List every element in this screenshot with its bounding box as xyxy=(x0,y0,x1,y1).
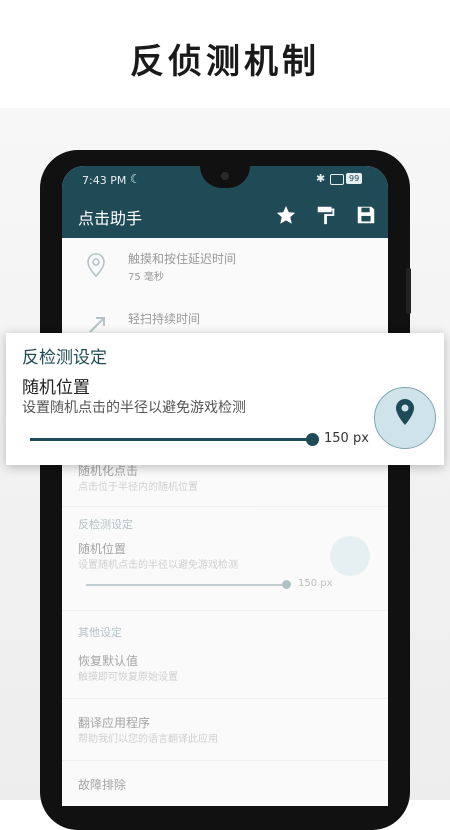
divider xyxy=(62,506,388,507)
radius-preview xyxy=(330,536,370,576)
card-section-header: 反检测设定 xyxy=(22,348,107,368)
slider-thumb[interactable] xyxy=(306,433,319,446)
list-item-subtitle: 触摸即可恢复原始设置 xyxy=(78,672,178,683)
section-header: 其他设定 xyxy=(78,626,122,639)
list-item[interactable]: 恢复默认值 触摸即可恢复原始设置 xyxy=(62,648,388,692)
list-item-subtitle: 点击位于半径内的随机位置 xyxy=(78,482,198,493)
list-item[interactable]: 触摸和按住延迟时间 75 毫秒 xyxy=(62,238,388,294)
moon-icon: ☾ xyxy=(130,172,141,186)
section-header: 反检测设定 xyxy=(78,518,133,531)
list-item-title: 故障排除 xyxy=(78,778,127,792)
camera-notch xyxy=(200,166,250,188)
list-item-title: 触摸和按住延迟时间 xyxy=(128,252,237,266)
divider xyxy=(62,698,388,699)
slider-track[interactable] xyxy=(86,584,286,586)
settings-list: 触摸和按住延迟时间 75 毫秒 轻扫持续时间 随机化点击 点击位于半径内的随机位… xyxy=(62,238,388,806)
slider-value: 150 px xyxy=(324,431,369,446)
list-item-title: 轻扫持续时间 xyxy=(128,312,201,326)
radius-preview xyxy=(374,387,436,449)
list-item[interactable]: 随机位置 设置随机点击的半径以避免游戏检测 150 px xyxy=(62,536,388,604)
slider-thumb[interactable] xyxy=(282,580,291,589)
battery-icon: 99 xyxy=(346,173,363,184)
list-item-title: 随机位置 xyxy=(78,542,127,556)
divider xyxy=(62,760,388,761)
status-bar: 7:43 PM ☾ ✱ 99 xyxy=(62,166,388,194)
anti-detect-card: 反检测设定 随机位置 设置随机点击的半径以避免游戏检测 150 px xyxy=(6,333,444,465)
star-icon[interactable] xyxy=(275,204,297,226)
page-headline: 反侦测机制 xyxy=(130,42,320,82)
phone-screen: 7:43 PM ☾ ✱ 99 点击助手 触摸和按住延迟时间 75 毫秒 轻扫持续… xyxy=(62,166,388,806)
list-item[interactable]: 翻译应用程序 帮助我们以您的语言翻译此应用 xyxy=(62,710,388,754)
list-item[interactable]: 故障排除 xyxy=(62,772,388,806)
list-item-subtitle: 帮助我们以您的语言翻译此应用 xyxy=(78,734,218,745)
status-time: 7:43 PM xyxy=(82,174,127,187)
card-subtitle: 设置随机点击的半径以避免游戏检测 xyxy=(22,400,246,416)
screen-icon xyxy=(330,174,344,185)
paint-roller-icon[interactable] xyxy=(315,204,337,226)
app-title: 点击助手 xyxy=(78,209,143,228)
slider-track[interactable] xyxy=(30,438,312,441)
list-item-title: 恢复默认值 xyxy=(78,654,139,668)
list-item-subtitle: 设置随机点击的半径以避免游戏检测 xyxy=(78,560,238,571)
save-icon[interactable] xyxy=(355,204,377,226)
location-pin-icon xyxy=(87,253,105,278)
bluetooth-icon: ✱ xyxy=(316,172,326,185)
app-bar: 点击助手 xyxy=(62,194,388,238)
phone-side-button xyxy=(406,268,411,314)
location-pin-icon xyxy=(396,399,414,425)
list-item-subtitle: 75 毫秒 xyxy=(128,272,164,283)
slider-value: 150 px xyxy=(298,578,333,589)
divider xyxy=(62,610,388,611)
card-title: 随机位置 xyxy=(22,378,90,398)
list-item-title: 翻译应用程序 xyxy=(78,716,151,730)
